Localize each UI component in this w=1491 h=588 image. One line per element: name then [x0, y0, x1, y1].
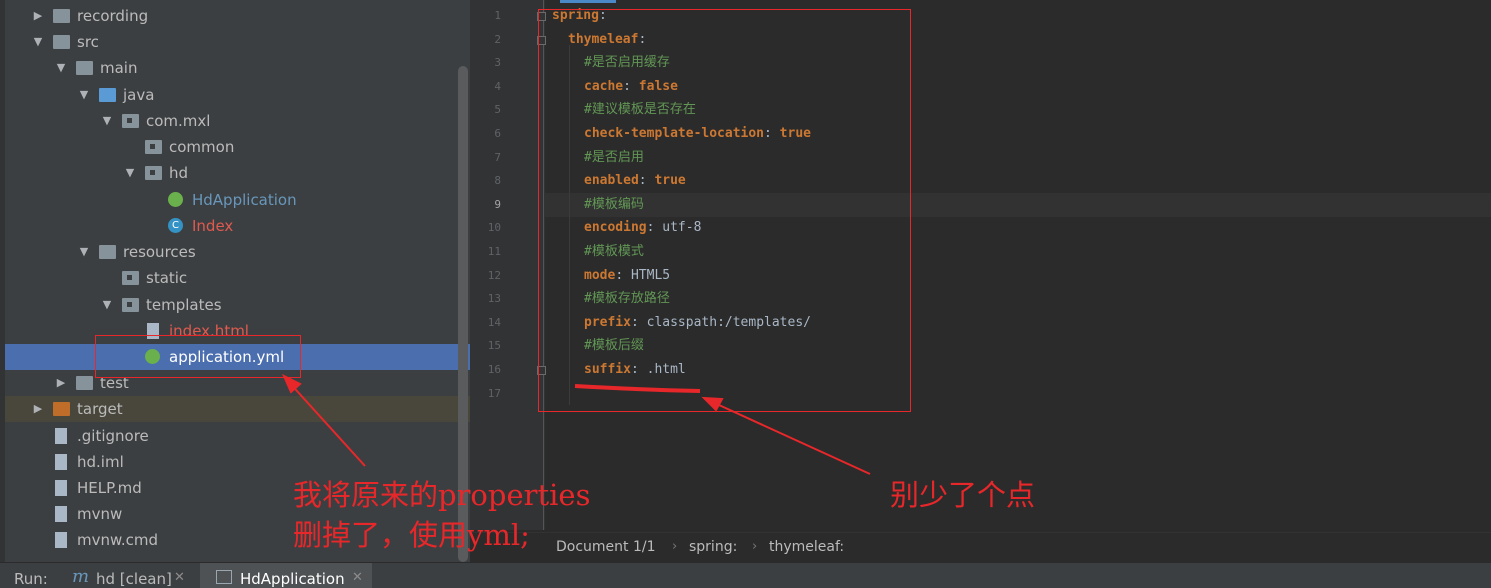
line-number: 8 [494, 174, 501, 188]
tree-item-java[interactable]: ▼ java [5, 82, 470, 108]
annotation-note-right: 别少了个点 [890, 478, 1036, 512]
tree-item-label: recording [77, 7, 149, 25]
tree-item-gitignore[interactable]: .gitignore [5, 423, 470, 449]
tree-item-label: .gitignore [77, 427, 149, 445]
chevron-down-icon[interactable]: ▼ [77, 82, 91, 108]
tree-item-hdapplication[interactable]: HdApplication [5, 187, 470, 213]
tree-item-label: src [77, 33, 99, 51]
run-tool-bar: Run: m hd [clean] ✕ HdApplication ✕ [0, 562, 1491, 588]
breadcrumb-document[interactable]: Document 1/1 [556, 539, 656, 555]
resources-folder-icon [99, 245, 116, 259]
tree-item-label: hd.iml [77, 453, 124, 471]
chevron-down-icon[interactable]: ▼ [31, 29, 45, 55]
package-icon [122, 271, 139, 285]
line-number: 11 [487, 245, 501, 258]
line-number: 4 [494, 79, 501, 93]
chevron-down-icon[interactable]: ▼ [54, 55, 68, 81]
breadcrumb-separator: › [752, 539, 758, 554]
application-icon [216, 570, 232, 584]
tree-item-static[interactable]: static [5, 265, 470, 291]
breadcrumb-separator: › [672, 539, 678, 554]
line-number: 6 [494, 127, 501, 140]
tree-item-templates[interactable]: ▼ templates [5, 292, 470, 318]
folder-icon [76, 61, 93, 75]
line-number: 9 [494, 197, 501, 211]
chevron-down-icon[interactable]: ▼ [123, 160, 137, 186]
text-file-icon [55, 428, 67, 444]
close-icon[interactable]: ✕ [352, 570, 363, 585]
tree-item-label: static [146, 269, 188, 287]
tree-item-label: common [169, 138, 235, 156]
spring-boot-class-icon [168, 192, 183, 207]
excluded-folder-icon [53, 402, 70, 416]
annotation-note-line1: 我将原来的properties [293, 478, 591, 512]
run-label: Run: [14, 570, 48, 588]
line-number: 14 [487, 315, 501, 329]
tree-item-label: Index [192, 217, 234, 235]
line-number: 10 [487, 221, 501, 235]
iml-file-icon [55, 454, 67, 470]
tree-item-label: mvnw [77, 505, 123, 523]
package-icon [122, 298, 139, 312]
tree-item-label: resources [123, 243, 196, 261]
tree-item-label: hd [169, 164, 189, 182]
tree-item-src[interactable]: ▼ src [5, 29, 470, 55]
line-number: 13 [487, 292, 501, 306]
tree-item-resources[interactable]: ▼ resources [5, 239, 470, 265]
breadcrumb-thymeleaf[interactable]: thymeleaf: [769, 539, 844, 555]
line-number-gutter: 1 2 3 4 5 6 7 8 9 10 11 12 13 14 15 16 17 [470, 0, 546, 530]
tree-item-index[interactable]: C Index [5, 213, 470, 239]
text-file-icon [55, 532, 67, 548]
run-tab-hdapplication[interactable]: HdApplication [240, 570, 345, 588]
tree-item-label: main [100, 59, 138, 77]
close-icon[interactable]: ✕ [174, 570, 185, 585]
run-tab-hd-clean[interactable]: hd [clean] [96, 570, 172, 588]
annotation-box-file [95, 335, 301, 378]
tree-item-target[interactable]: ▶ target [5, 396, 470, 422]
class-icon: C [168, 218, 183, 233]
chevron-down-icon[interactable]: ▼ [100, 292, 114, 318]
tree-item-label: mvnw.cmd [77, 531, 159, 549]
chevron-down-icon[interactable]: ▼ [77, 239, 91, 265]
tree-item-common[interactable]: common [5, 134, 470, 160]
line-number: 5 [494, 103, 501, 117]
text-file-icon [55, 506, 67, 522]
markdown-file-icon [55, 480, 67, 496]
annotation-box-code [538, 9, 911, 412]
tree-item-label: HdApplication [192, 191, 297, 209]
folder-icon [53, 35, 70, 49]
line-number: 15 [487, 339, 501, 353]
chevron-right-icon[interactable]: ▶ [31, 396, 45, 422]
tree-item-recording[interactable]: ▶ recording [5, 3, 470, 29]
line-number: 7 [494, 150, 501, 164]
chevron-right-icon[interactable]: ▶ [54, 370, 68, 396]
tree-item-label: java [123, 86, 155, 104]
source-folder-icon [99, 88, 116, 102]
chevron-right-icon[interactable]: ▶ [31, 3, 45, 29]
chevron-down-icon[interactable]: ▼ [100, 108, 114, 134]
package-icon [145, 140, 162, 154]
line-number: 3 [494, 56, 501, 70]
breadcrumb-spring[interactable]: spring: [689, 539, 737, 555]
line-number: 17 [487, 386, 501, 400]
folder-icon [53, 9, 70, 23]
tree-item-label: HELP.md [77, 479, 142, 497]
editor-tab-indicator [560, 0, 616, 3]
line-number: 1 [494, 9, 501, 22]
line-number: 2 [494, 32, 501, 46]
tree-item-label: com.mxl [146, 112, 211, 130]
tree-item-com-mxl[interactable]: ▼ com.mxl [5, 108, 470, 134]
annotation-note-line2: 删掉了，使用yml; [293, 518, 530, 552]
tree-item-main[interactable]: ▼ main [5, 55, 470, 81]
tree-item-label: target [77, 400, 123, 418]
folder-icon [76, 376, 93, 390]
package-icon [122, 114, 139, 128]
line-number: 12 [487, 268, 501, 282]
package-icon [145, 166, 162, 180]
tree-item-hd[interactable]: ▼ hd [5, 160, 470, 186]
maven-icon: m [72, 566, 90, 587]
tree-item-label: templates [146, 296, 222, 314]
editor-breadcrumb: Document 1/1 › spring: › thymeleaf: [470, 532, 1491, 563]
line-number: 16 [487, 363, 501, 376]
